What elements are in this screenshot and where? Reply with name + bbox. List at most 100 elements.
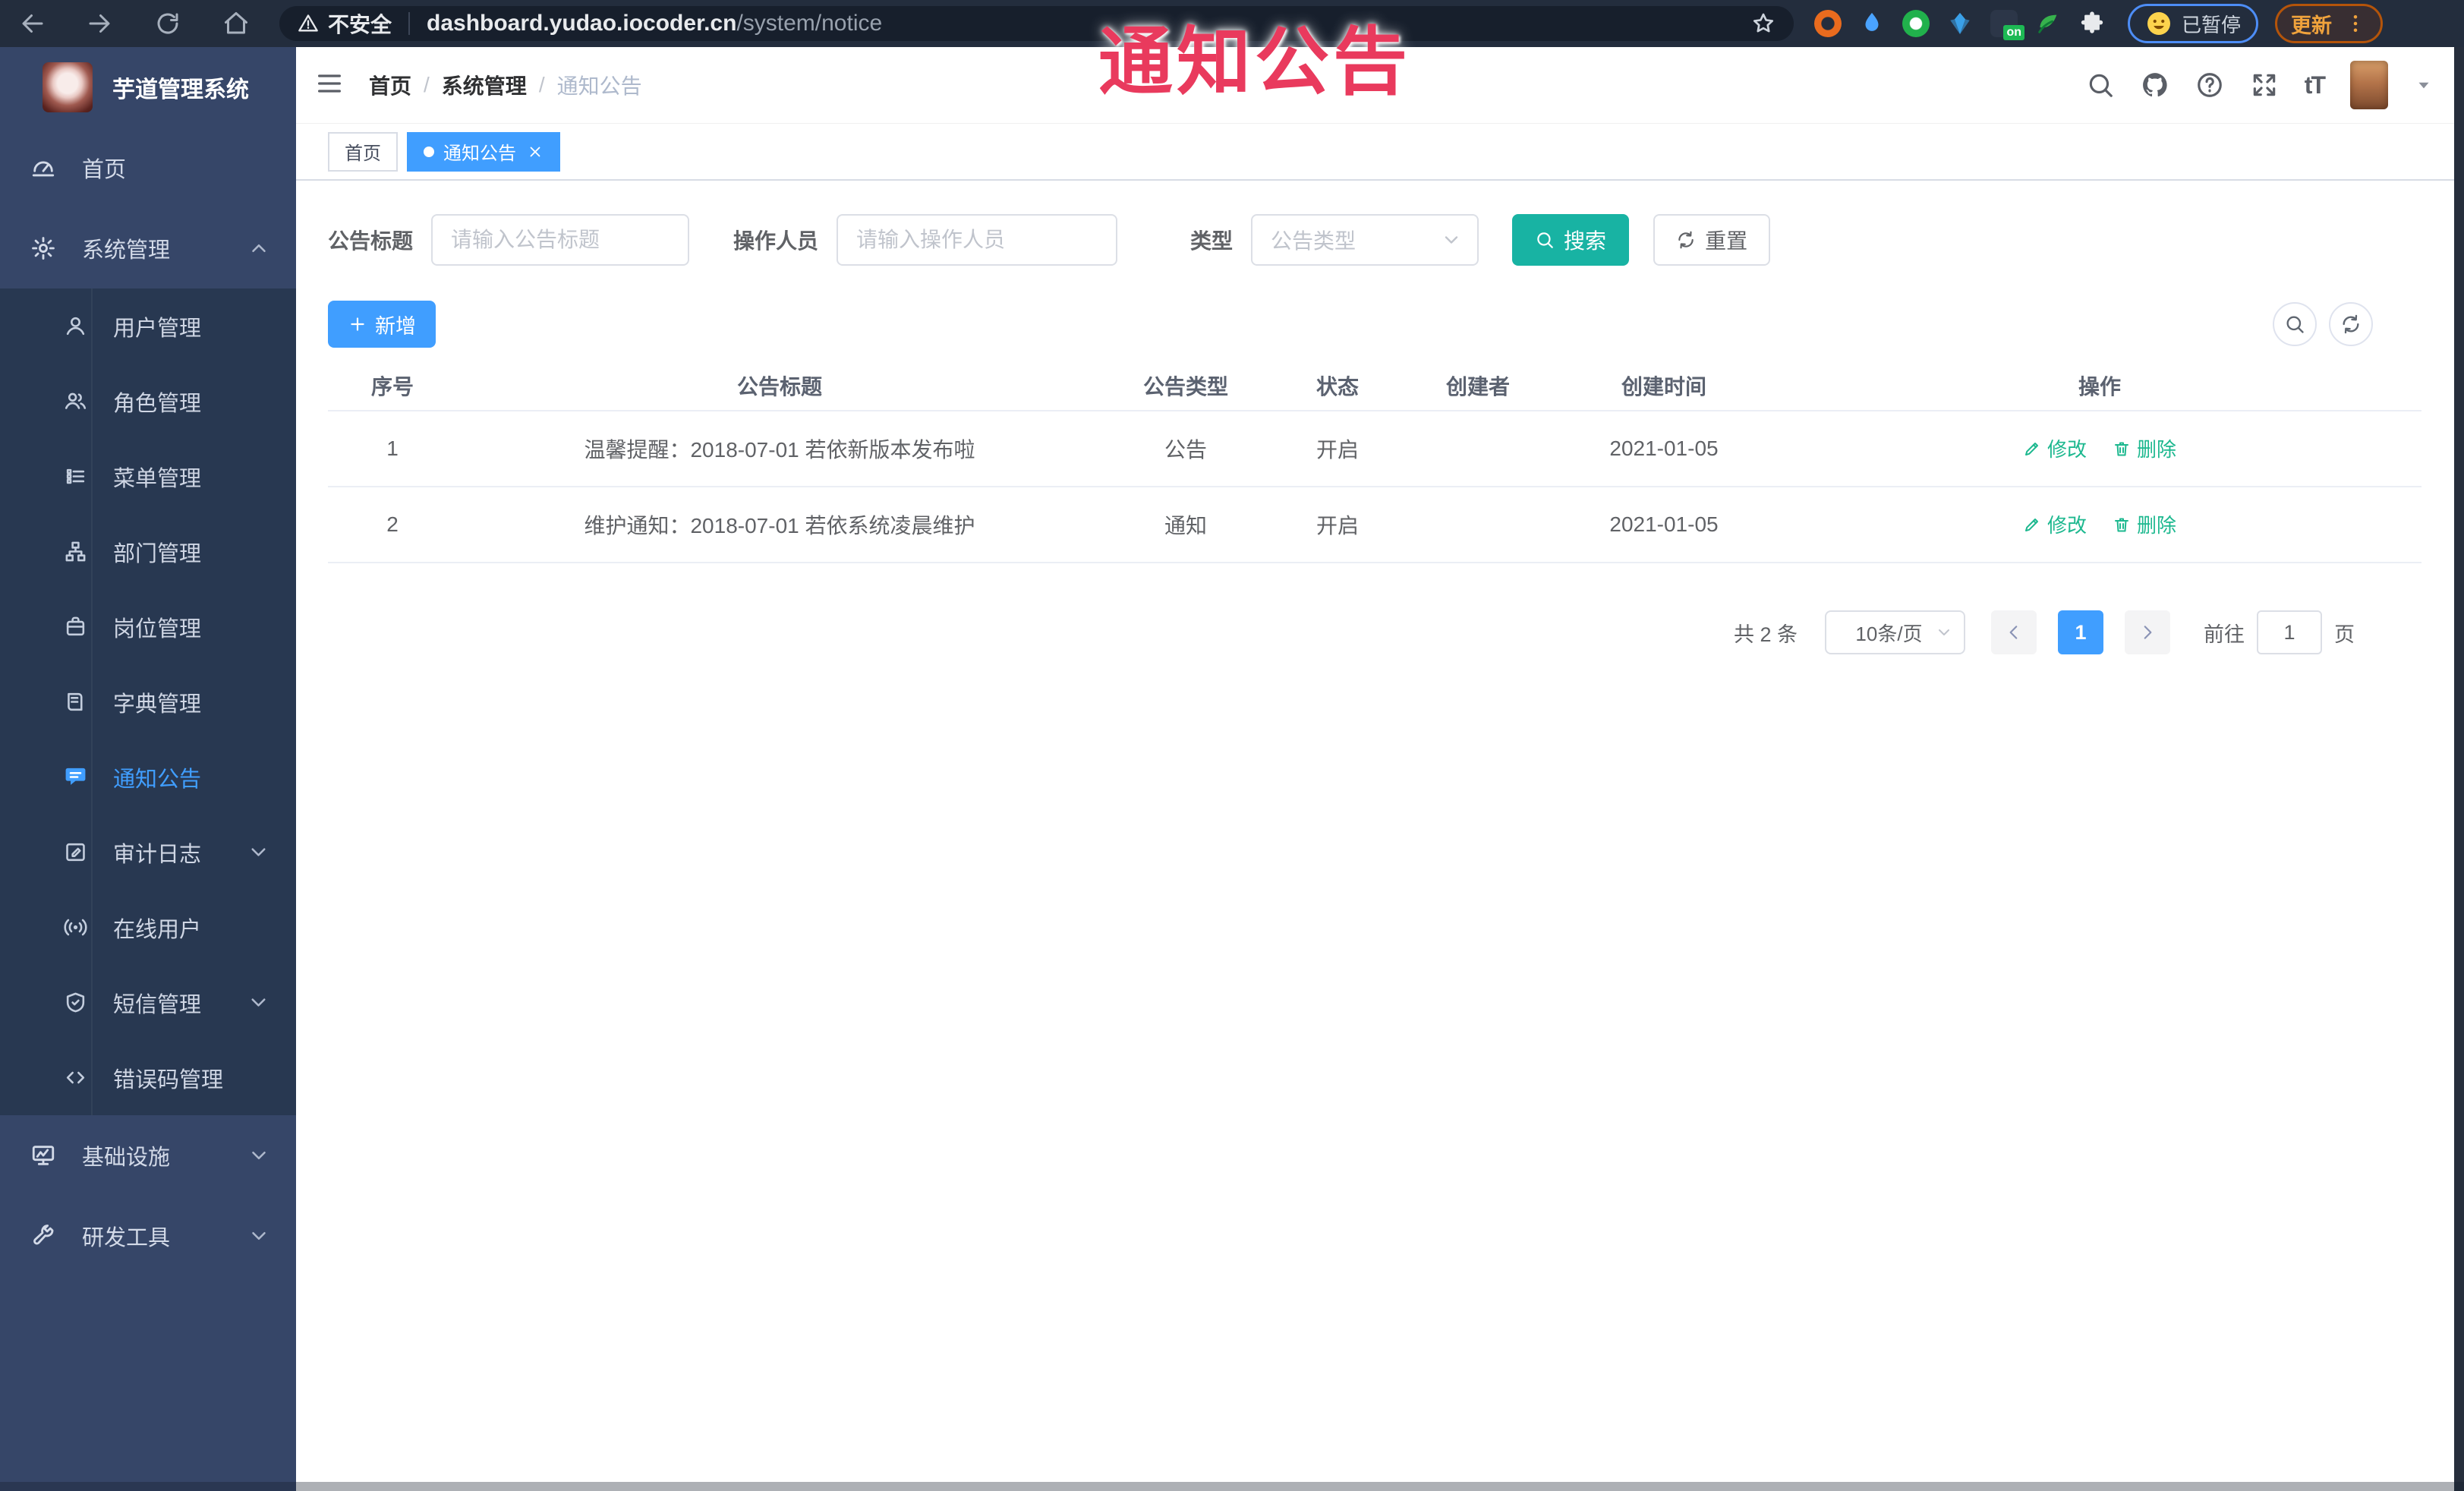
extension-orange-icon[interactable] [1806,10,1850,37]
breadcrumb-current: 通知公告 [556,74,642,98]
edit-button[interactable]: 修改 [2023,510,2087,538]
header-search-icon[interactable] [2086,71,2115,99]
sidebar-item-home[interactable]: 首页 [0,128,296,208]
chevron-down-icon [247,840,270,864]
cell-status: 开启 [1269,411,1406,487]
sidebar-item-audit-log[interactable]: 审计日志 [0,815,296,890]
tab-home[interactable]: 首页 [328,131,398,172]
help-icon[interactable] [2195,71,2224,99]
extension-leaf-icon[interactable] [2026,11,2070,36]
sidebar-item-dev-tools[interactable]: 研发工具 [0,1196,296,1276]
user-avatar[interactable] [2350,61,2388,109]
sidebar-item-label: 角色管理 [113,391,202,416]
edit-button[interactable]: 修改 [2023,434,2087,462]
sidebar-item-menus[interactable]: 菜单管理 [0,439,296,514]
operator-input[interactable] [837,214,1118,266]
next-page-button[interactable] [2125,610,2170,654]
col-header-title: 公告标题 [457,361,1102,411]
reset-button-label: 重置 [1705,229,1748,253]
menu-list-icon [64,465,87,488]
font-size-icon[interactable]: tT [2305,71,2326,99]
address-bar[interactable]: 不安全 dashboard.yudao.iocoder.cn /system/n… [279,6,1794,41]
extension-green-circle-icon[interactable] [1894,10,1938,37]
edit-label: 修改 [2047,514,2087,537]
pencil-icon [2023,515,2041,534]
notice-title-input[interactable] [431,214,690,266]
sidebar-item-departments[interactable]: 部门管理 [0,514,296,589]
sidebar-item-system[interactable]: 系统管理 [0,208,296,288]
avatar-caret-icon[interactable] [2414,75,2434,95]
search-icon [1535,230,1555,250]
sidebar-item-label: 研发工具 [82,1226,171,1250]
breadcrumb-separator: / [538,73,545,96]
tab-close-icon[interactable] [527,143,544,160]
prev-page-button[interactable] [1991,610,2037,654]
total-count-label: 共 2 条 [1733,623,1798,646]
tags-view-bar: 首页 通知公告 [296,124,2464,181]
trash-icon [2113,440,2131,458]
sidebar-item-dictionary[interactable]: 字典管理 [0,664,296,739]
extension-proxy-icon[interactable]: on [1982,10,2026,40]
main-area: 首页 / 系统管理 / 通知公告 tT 首页 通知公告 公告标题 请输入公告标题… [296,47,2464,1491]
browser-back-button[interactable] [0,10,65,37]
page-1-button[interactable]: 1 [2058,610,2103,654]
browser-forward-button[interactable] [65,10,134,37]
extension-pin-icon[interactable] [1850,11,1894,36]
col-header-created: 创建时间 [1550,361,1778,411]
shield-icon [64,991,87,1014]
sidebar-item-users[interactable]: 用户管理 [0,288,296,364]
page-size-select[interactable]: 10条/页 [1825,610,1965,654]
add-button[interactable]: 新增 [328,301,436,348]
sidebar-item-notice[interactable]: 通知公告 [0,739,296,815]
kebab-menu-icon[interactable] [2344,12,2367,35]
app-logo-row[interactable]: 芋道管理系统 [0,47,296,128]
toggle-search-button[interactable] [2273,302,2317,346]
sidebar-item-roles[interactable]: 角色管理 [0,364,296,439]
extension-gem-icon[interactable] [1938,11,1982,36]
profile-paused-badge[interactable]: 已暂停 [2128,4,2259,43]
breadcrumb-home[interactable]: 首页 [369,70,411,100]
sidebar-item-label: 部门管理 [113,541,202,566]
sidebar-collapse-button[interactable] [314,68,345,102]
breadcrumb-system[interactable]: 系统管理 [442,70,527,100]
filter-operator-label: 操作人员 [733,229,819,253]
chevron-down-icon [247,991,270,1014]
cell-actions: 修改 删除 [1778,487,2421,563]
profile-emoji-icon [2145,10,2173,37]
window-right-edge [2454,47,2464,1491]
delete-button[interactable]: 删除 [2113,510,2176,538]
org-tree-icon [64,540,87,563]
col-header-no: 序号 [328,361,457,411]
sidebar-item-error-codes[interactable]: 错误码管理 [0,1040,296,1115]
sidebar-item-infrastructure[interactable]: 基础设施 [0,1115,296,1196]
refresh-table-button[interactable] [2329,302,2373,346]
pagination: 共 2 条 10条/页 1 前往 页 [328,610,2355,654]
search-button[interactable]: 搜索 [1512,214,1630,266]
reset-button[interactable]: 重置 [1653,214,1771,266]
browser-update-button[interactable]: 更新 [2275,4,2384,43]
active-tab-dot [424,146,434,157]
tab-notice[interactable]: 通知公告 [407,131,560,172]
notice-table: 序号 公告标题 公告类型 状态 创建者 创建时间 操作 1 温馨提醒：2018-… [328,361,2421,563]
browser-reload-button[interactable] [134,10,202,37]
sidebar-item-sms[interactable]: 短信管理 [0,965,296,1040]
goto-page-input[interactable] [2257,610,2322,654]
notice-type-select[interactable]: 公告类型 [1251,214,1479,266]
toolbar-right-icons [2273,302,2373,346]
chevron-left-icon [2004,623,2024,642]
cell-status: 开启 [1269,487,1406,563]
bookmark-star-icon[interactable] [1751,11,1776,36]
github-icon[interactable] [2141,71,2169,99]
delete-button[interactable]: 删除 [2113,434,2176,462]
page-content: 公告标题 操作人员 类型 公告类型 搜索 重置 [296,213,2464,654]
tab-label: 首页 [345,143,381,164]
fullscreen-icon[interactable] [2250,71,2279,99]
cell-type: 通知 [1102,487,1269,563]
table-toolbar: 新增 [328,301,2421,348]
browser-home-button[interactable] [202,10,270,37]
extensions-puzzle-icon[interactable] [2070,11,2114,36]
sidebar-item-online-users[interactable]: 在线用户 [0,890,296,965]
col-header-type: 公告类型 [1102,361,1269,411]
chevron-right-icon [2138,623,2157,642]
sidebar-item-posts[interactable]: 岗位管理 [0,589,296,664]
